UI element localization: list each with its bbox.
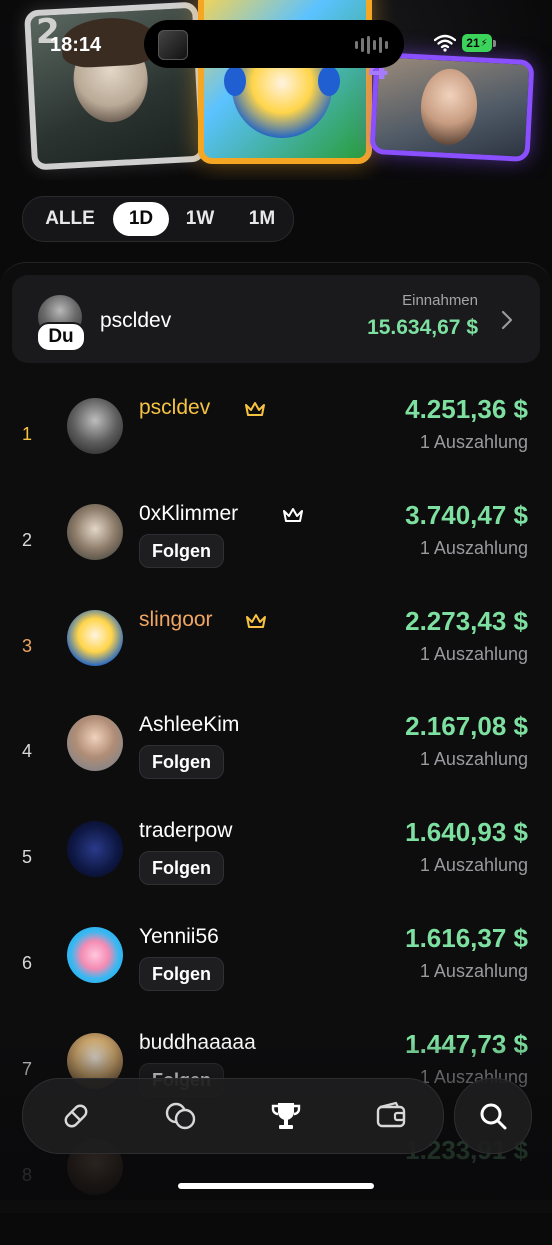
row-username[interactable]: traderpow <box>139 819 232 843</box>
user-avatar[interactable] <box>67 927 123 983</box>
nav-pill[interactable] <box>46 1086 106 1146</box>
filter-alle[interactable]: ALLE <box>27 202 113 236</box>
you-badge: Du <box>36 322 86 352</box>
nav-wallet[interactable] <box>361 1086 421 1146</box>
user-avatar[interactable] <box>67 504 123 560</box>
crown-icon <box>245 402 265 416</box>
row-payout-count: 1 Auszahlung <box>419 855 528 875</box>
podium-card-fourth[interactable] <box>369 51 535 163</box>
leaderboard-row[interactable]: 3 slingoor 2.273,43 $ 1 Auszahlung <box>0 606 552 716</box>
row-username[interactable]: 0xKlimmer <box>139 502 238 526</box>
user-avatar[interactable] <box>67 821 123 877</box>
row-payout-count: 1 Auszahlung <box>419 644 528 664</box>
user-avatar[interactable] <box>67 610 123 666</box>
leaderboard-row[interactable]: 5 traderpow Folgen 1.640,93 $ 1 Auszahlung <box>0 817 552 927</box>
follow-button[interactable]: Folgen <box>139 957 224 991</box>
wallet-icon <box>376 1101 405 1128</box>
row-payout-count: 1 Auszahlung <box>419 749 528 769</box>
follow-button[interactable]: Folgen <box>139 851 224 885</box>
battery-indicator: 21 ⚡ <box>462 34 492 52</box>
home-indicator[interactable] <box>178 1183 374 1189</box>
row-amount: 4.251,36 $ <box>405 394 528 424</box>
leaderboard-row[interactable]: 2 0xKlimmer Folgen 3.740,47 $ 1 Auszahlung <box>0 500 552 610</box>
row-amount: 1.640,93 $ <box>405 817 528 847</box>
charging-bolt-icon: ⚡ <box>480 37 488 49</box>
row-amount: 3.740,47 $ <box>405 500 528 530</box>
row-username[interactable]: AshleeKim <box>139 713 239 737</box>
row-amount: 2.167,08 $ <box>405 711 528 741</box>
filter-1d[interactable]: 1D <box>113 202 169 236</box>
row-payout-count: 1 Auszahlung <box>419 432 528 452</box>
trophy-icon <box>271 1103 300 1129</box>
row-rank: 2 <box>22 530 33 550</box>
bottom-nav <box>22 1078 444 1154</box>
row-rank: 1 <box>22 424 33 444</box>
wifi-icon <box>434 34 456 52</box>
follow-button[interactable]: Folgen <box>139 534 224 568</box>
leaderboard-row[interactable]: 6 Yennii56 Folgen 1.616,37 $ 1 Auszahlung <box>0 923 552 1033</box>
status-time: 18:14 <box>50 34 102 56</box>
earnings-label: Einnahmen <box>402 292 478 309</box>
my-username: pscldev <box>100 309 172 332</box>
filter-1m[interactable]: 1M <box>231 202 293 236</box>
crown-icon <box>246 614 266 628</box>
battery-tip <box>493 40 496 47</box>
user-avatar[interactable] <box>67 398 123 454</box>
pill-icon <box>64 1104 87 1128</box>
row-username[interactable]: pscldev <box>139 396 210 420</box>
row-rank: 6 <box>22 953 33 973</box>
crown-icon <box>283 508 303 522</box>
battery-level: 21 <box>466 36 480 50</box>
row-rank: 4 <box>22 741 33 761</box>
row-username[interactable]: Yennii56 <box>139 925 219 949</box>
row-rank: 5 <box>22 847 33 867</box>
row-amount: 2.273,43 $ <box>405 606 528 636</box>
chevron-right-icon[interactable] <box>500 310 514 330</box>
row-rank: 3 <box>22 636 33 656</box>
leaderboard-row[interactable]: 1 pscldev 4.251,36 $ 1 Auszahlung <box>0 394 552 504</box>
dynamic-island[interactable] <box>144 20 404 68</box>
headphone-left <box>224 66 246 96</box>
row-payout-count: 1 Auszahlung <box>419 538 528 558</box>
user-avatar[interactable] <box>67 715 123 771</box>
filter-1w[interactable]: 1W <box>169 202 231 236</box>
coins-icon <box>165 1102 195 1130</box>
search-icon <box>480 1103 507 1130</box>
earnings-value: 15.634,67 $ <box>367 316 478 339</box>
row-username[interactable]: slingoor <box>139 608 213 632</box>
time-filter: ALLE 1D 1W 1M <box>22 196 294 242</box>
nav-coins[interactable] <box>151 1086 211 1146</box>
row-amount: 1.616,37 $ <box>405 923 528 953</box>
audio-wave-icon <box>355 36 388 54</box>
row-payout-count: 1 Auszahlung <box>419 961 528 981</box>
media-thumbnail <box>158 30 188 60</box>
leaderboard-row[interactable]: 4 AshleeKim Folgen 2.167,08 $ 1 Auszahlung <box>0 711 552 821</box>
search-button[interactable] <box>454 1078 532 1154</box>
follow-button[interactable]: Folgen <box>139 745 224 779</box>
nav-leaderboard[interactable] <box>256 1086 316 1146</box>
woman-portrait <box>419 67 479 147</box>
headphone-right <box>318 66 340 96</box>
